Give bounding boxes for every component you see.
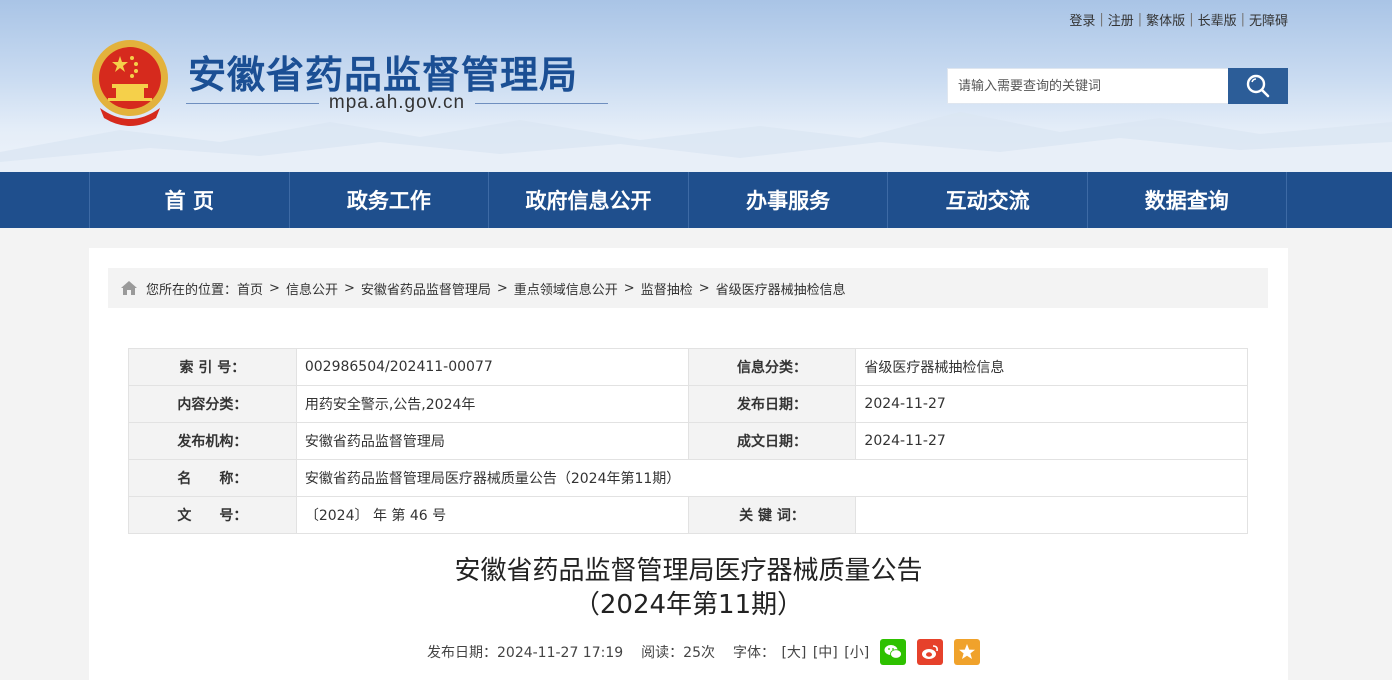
domain-text: mpa.ah.gov.cn (328, 92, 466, 113)
share-wechat-button[interactable] (880, 639, 907, 665)
font-size-label: 字体： (733, 645, 775, 661)
national-emblem-icon (92, 40, 168, 126)
breadcrumb: 您所在的位置： 首页 > 信息公开 > 安徽省药品监督管理局 > 重点领域信息公… (108, 268, 1268, 308)
table-row: 名 称： 安徽省药品监督管理局医疗器械质量公告（2024年第11期） (128, 459, 1249, 497)
search-input[interactable] (947, 68, 1228, 104)
publish-date-label: 发布日期： (687, 385, 857, 423)
search-icon (1246, 74, 1270, 98)
site-domain: mpa.ah.gov.cn (186, 92, 609, 114)
weibo-icon (922, 645, 939, 659)
content-category-label: 内容分类： (128, 385, 297, 423)
breadcrumb-supervision-sampling[interactable]: 监督抽检 (641, 279, 693, 298)
keyword-value (855, 496, 1248, 534)
written-date-label: 成文日期： (687, 422, 857, 460)
accessibility-link[interactable]: 无障碍 (1249, 10, 1288, 29)
nav-info-disclosure[interactable]: 政府信息公开 (488, 172, 688, 228)
content-panel: 您所在的位置： 首页 > 信息公开 > 安徽省药品监督管理局 > 重点领域信息公… (89, 248, 1288, 680)
article-title: 安徽省药品监督管理局医疗器械质量公告 （2024年第11期） (89, 554, 1288, 622)
nav-services[interactable]: 办事服务 (687, 172, 888, 228)
metadata-table: 索 引 号： 002986504/202411-00077 信息分类： 省级医疗… (128, 348, 1249, 534)
site-header: 登录 | 注册 | 繁体版 | 长辈版 | 无障碍 安徽省药品监督管理局 mpa… (0, 0, 1392, 172)
index-label: 索 引 号： (128, 348, 297, 386)
article-read-count: 阅读：25次 (641, 645, 715, 661)
keyword-label: 关 键 词： (687, 496, 857, 534)
name-value: 安徽省药品监督管理局医疗器械质量公告（2024年第11期） (295, 459, 1249, 497)
nav-data-query[interactable]: 数据查询 (1086, 172, 1287, 228)
content-category-value: 用药安全警示,公告,2024年 (295, 385, 689, 423)
traditional-chinese-link[interactable]: 繁体版 (1146, 10, 1185, 29)
article-title-line2: （2024年第11期） (573, 590, 804, 620)
index-value: 002986504/202411-00077 (295, 348, 689, 386)
breadcrumb-info-disclosure[interactable]: 信息公开 (286, 279, 338, 298)
article-title-line1: 安徽省药品监督管理局医疗器械质量公告 (454, 556, 923, 586)
font-medium-button[interactable]: [中] (813, 645, 838, 661)
doc-number-label: 文 号： (128, 496, 297, 534)
nav-interaction[interactable]: 互动交流 (887, 172, 1087, 228)
table-row: 内容分类： 用药安全警示,公告,2024年 发布日期： 2024-11-27 (128, 385, 1248, 423)
table-row: 文 号： 〔2024〕 年 第 46 号 关 键 词： (128, 496, 1248, 534)
nav-home[interactable]: 首 页 (89, 172, 289, 228)
article-meta: 发布日期：2024-11-27 17:19 阅读：25次 字体： [大] [中]… (427, 638, 981, 666)
breadcrumb-key-areas[interactable]: 重点领域信息公开 (514, 279, 618, 298)
name-label: 名 称： (128, 459, 297, 497)
top-links: 登录 | 注册 | 繁体版 | 长辈版 | 无障碍 (1069, 10, 1288, 29)
breadcrumb-home[interactable]: 首页 (237, 279, 263, 298)
breadcrumb-current[interactable]: 省级医疗器械抽检信息 (716, 279, 846, 298)
category-value: 省级医疗器械抽检信息 (855, 348, 1248, 386)
share-weibo-button[interactable] (917, 639, 944, 665)
font-large-button[interactable]: [大] (781, 645, 806, 661)
font-small-button[interactable]: [小] (844, 645, 869, 661)
category-label: 信息分类： (687, 348, 857, 386)
register-link[interactable]: 注册 (1108, 10, 1134, 29)
site-title[interactable]: 安徽省药品监督管理局 (188, 44, 578, 99)
org-label: 发布机构： (128, 422, 297, 460)
main-nav: 首 页 政务工作 政府信息公开 办事服务 互动交流 数据查询 (0, 172, 1392, 228)
wechat-icon (884, 645, 903, 659)
doc-number-value: 〔2024〕 年 第 46 号 (295, 496, 689, 534)
login-link[interactable]: 登录 (1069, 10, 1095, 29)
article-publish-date: 发布日期：2024-11-27 17:19 (427, 645, 624, 661)
table-row: 索 引 号： 002986504/202411-00077 信息分类： 省级医疗… (128, 348, 1248, 386)
search-box (947, 68, 1288, 104)
org-value: 安徽省药品监督管理局 (295, 422, 689, 460)
nav-government-work[interactable]: 政务工作 (288, 172, 489, 228)
elder-version-link[interactable]: 长辈版 (1198, 10, 1237, 29)
written-date-value: 2024-11-27 (855, 422, 1248, 460)
table-row: 发布机构： 安徽省药品监督管理局 成文日期： 2024-11-27 (128, 422, 1248, 460)
favorite-icon (959, 644, 976, 659)
font-size-control: 字体： [大] [中] [小] (733, 642, 869, 662)
publish-date-value: 2024-11-27 (855, 385, 1248, 423)
search-button[interactable] (1228, 68, 1288, 104)
home-icon (121, 281, 137, 295)
breadcrumb-bureau[interactable]: 安徽省药品监督管理局 (361, 279, 491, 298)
breadcrumb-prefix: 您所在的位置： (146, 282, 238, 298)
favorite-button[interactable] (954, 639, 981, 665)
